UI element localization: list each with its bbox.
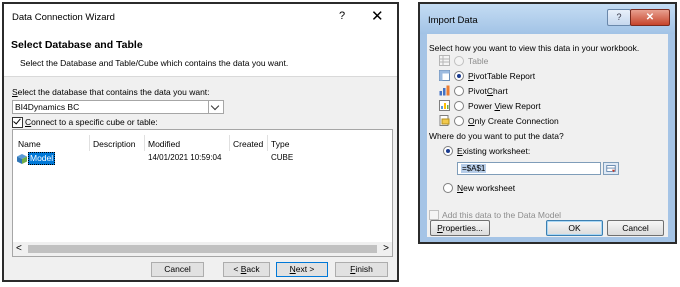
- database-label: Select the database that contains the da…: [12, 87, 210, 97]
- pivotchart-radio[interactable]: [454, 86, 464, 96]
- column-header-name[interactable]: Name: [18, 139, 41, 149]
- dropdown-button[interactable]: [208, 101, 223, 113]
- powerview-icon: [439, 100, 450, 111]
- scroll-right-icon[interactable]: >: [383, 243, 389, 254]
- row-modified: 14/01/2021 10:59:04: [148, 153, 222, 162]
- help-button[interactable]: ?: [607, 9, 631, 26]
- new-worksheet-radio[interactable]: [443, 183, 453, 193]
- row-name: Model: [28, 152, 56, 165]
- existing-worksheet-label[interactable]: Existing worksheet:: [457, 146, 530, 156]
- cell-reference-input[interactable]: =$A$1: [457, 162, 601, 175]
- pivotchart-icon: [439, 85, 450, 96]
- database-label-rest: elect the database that contains the dat…: [17, 87, 210, 97]
- cube-model-icon: [17, 154, 27, 164]
- finish-button[interactable]: Finish: [335, 262, 388, 277]
- view-prompt: Select how you want to view this data in…: [429, 43, 640, 53]
- import-title: Import Data: [428, 15, 478, 26]
- scroll-thumb[interactable]: [28, 245, 377, 253]
- connection-option-label[interactable]: Only Create Connection: [468, 116, 559, 126]
- next-button[interactable]: Next >: [276, 262, 328, 277]
- powerview-option-label[interactable]: Power View Report: [468, 101, 541, 111]
- column-divider: [267, 135, 268, 151]
- column-divider: [144, 135, 145, 151]
- connection-icon: [439, 115, 450, 126]
- wizard-title-bar: Data Connection Wizard ? ✕: [4, 4, 397, 32]
- scroll-left-icon[interactable]: <: [16, 243, 22, 254]
- data-connection-wizard-dialog: Data Connection Wizard ? ✕ Select Databa…: [2, 2, 399, 282]
- back-button[interactable]: < Back: [223, 262, 270, 277]
- cube-checkbox[interactable]: [12, 116, 23, 128]
- row-type: CUBE: [271, 153, 294, 162]
- cube-checkbox-label[interactable]: Connect to a specific cube or table:: [25, 117, 158, 127]
- close-icon[interactable]: ✕: [371, 7, 384, 25]
- chevron-down-icon: [210, 101, 220, 111]
- ok-button[interactable]: OK: [546, 220, 603, 236]
- properties-button[interactable]: Properties...: [430, 220, 490, 236]
- help-button[interactable]: ?: [339, 10, 345, 22]
- import-cancel-button[interactable]: Cancel: [607, 220, 664, 236]
- import-title-bar: Import Data ? ✕: [420, 4, 675, 34]
- horizontal-scrollbar[interactable]: < >: [13, 242, 392, 256]
- checkmark-icon: [13, 116, 21, 125]
- cube-checkbox-label-rest: onnect to a specific cube or table:: [31, 117, 158, 127]
- pivotchart-option-label[interactable]: PivotChart: [468, 86, 508, 96]
- connection-radio[interactable]: [454, 116, 464, 126]
- import-data-dialog: Import Data ? ✕ Select how you want to v…: [418, 2, 677, 244]
- column-header-modified[interactable]: Modified: [148, 139, 180, 149]
- table-option-label: Table: [468, 56, 489, 66]
- database-select-value: BI4Dynamics BC: [15, 102, 80, 112]
- cube-table-list[interactable]: Name Description Modified Created Type M…: [12, 129, 393, 257]
- powerview-radio[interactable]: [454, 101, 464, 111]
- pivottable-icon: [439, 70, 450, 81]
- page-title: Select Database and Table: [11, 39, 143, 51]
- column-divider: [89, 135, 90, 151]
- database-select[interactable]: BI4Dynamics BC: [12, 100, 224, 114]
- table-radio[interactable]: [454, 56, 464, 66]
- table-icon: [439, 55, 450, 66]
- data-model-label: Add this data to the Data Model: [442, 210, 562, 220]
- new-worksheet-label[interactable]: New worksheet: [457, 183, 515, 193]
- existing-worksheet-radio[interactable]: [443, 146, 453, 156]
- page-subtitle: Select the Database and Table/Cube which…: [20, 58, 289, 68]
- import-body: Select how you want to view this data in…: [427, 34, 668, 237]
- close-icon[interactable]: ✕: [630, 9, 670, 26]
- cancel-button[interactable]: Cancel: [151, 262, 204, 277]
- pivottable-option-label[interactable]: PivotTable Report: [468, 71, 535, 81]
- column-header-description[interactable]: Description: [93, 139, 136, 149]
- collapse-dialog-icon[interactable]: [603, 162, 619, 175]
- column-header-created[interactable]: Created: [233, 139, 263, 149]
- column-header-type[interactable]: Type: [271, 139, 289, 149]
- location-prompt: Where do you want to put the data?: [429, 131, 564, 141]
- table-row[interactable]: Model 14/01/2021 10:59:04 CUBE: [13, 152, 392, 166]
- data-model-checkbox[interactable]: [429, 210, 439, 220]
- cell-reference-value: =$A$1: [461, 164, 487, 173]
- column-divider: [229, 135, 230, 151]
- wizard-title: Data Connection Wizard: [12, 12, 115, 23]
- pivottable-radio[interactable]: [454, 71, 464, 81]
- wizard-header: Select Database and Table Select the Dat…: [4, 32, 397, 77]
